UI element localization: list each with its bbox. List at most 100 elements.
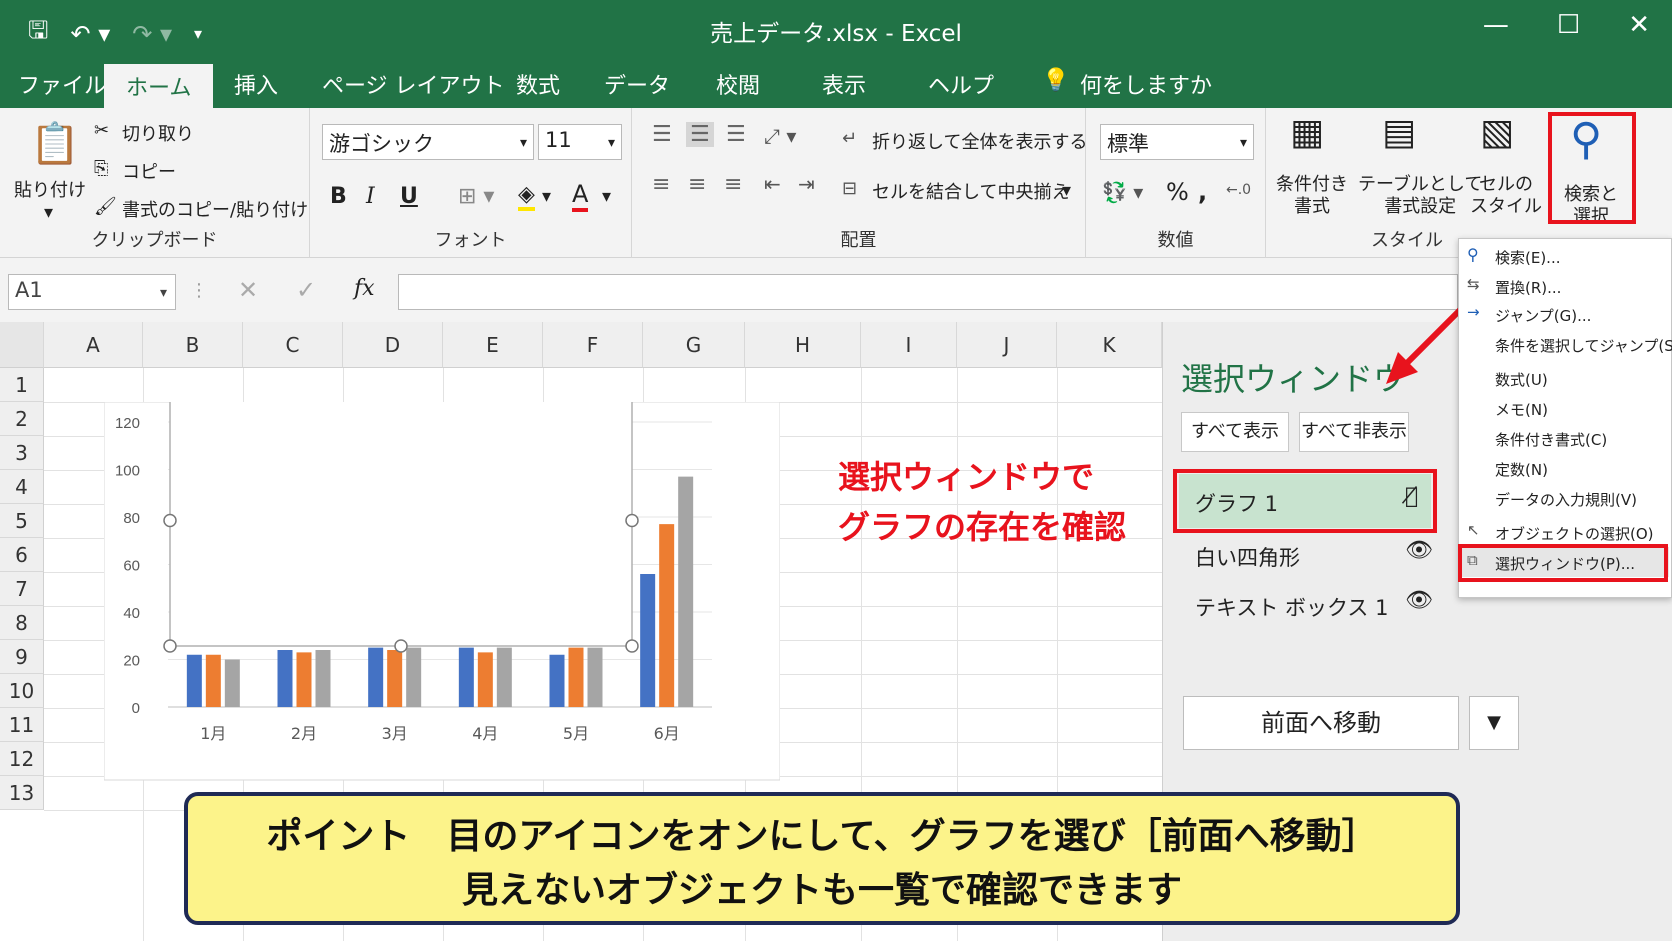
table-format-button[interactable]: テーブルとして 書式設定 — [1358, 174, 1482, 218]
tab-insert[interactable]: 挿入 — [234, 68, 278, 100]
number-format-combo[interactable]: 標準 ▾ — [1100, 124, 1254, 160]
tab-review[interactable]: 校閲 — [716, 68, 760, 100]
column-header[interactable]: B — [143, 322, 243, 368]
percent-button[interactable]: % — [1166, 178, 1189, 206]
bar[interactable] — [186, 654, 202, 707]
format-painter-button[interactable]: 書式のコピー/貼り付け — [122, 196, 308, 222]
bar[interactable] — [368, 647, 384, 707]
bar[interactable] — [406, 647, 422, 707]
row-header[interactable]: 11 — [0, 708, 44, 742]
row-header[interactable]: 2 — [0, 402, 44, 436]
paste-button[interactable]: 貼り付け — [14, 176, 86, 202]
row-header[interactable]: 5 — [0, 504, 44, 538]
copy-button[interactable]: コピー — [122, 158, 176, 184]
name-box[interactable]: A1 ▾ — [8, 274, 176, 310]
bar[interactable] — [659, 524, 675, 707]
column-header[interactable]: A — [44, 322, 143, 368]
select-all-corner[interactable] — [0, 322, 44, 368]
align-left-icon[interactable]: ≡ — [652, 172, 670, 197]
tell-me-search[interactable]: 何をしますか — [1080, 68, 1212, 100]
font-name-combo[interactable]: 游ゴシック ▾ — [322, 124, 534, 160]
align-bottom-icon[interactable]: ☰ — [726, 122, 746, 147]
font-color-button[interactable]: A — [572, 180, 589, 212]
eye-icon[interactable]: 👁 — [1405, 538, 1433, 563]
bar[interactable] — [277, 650, 293, 707]
insert-function-button[interactable]: fx — [354, 276, 375, 301]
resize-handle[interactable] — [625, 513, 639, 528]
pane-item[interactable]: 白い四角形 👁 — [1179, 530, 1433, 580]
hide-all-button[interactable]: すべて非表示 — [1299, 412, 1409, 452]
bar[interactable] — [587, 647, 603, 707]
bar[interactable] — [496, 647, 512, 707]
show-all-button[interactable]: すべて表示 — [1181, 412, 1289, 452]
wrap-text-button[interactable]: 折り返して全体を表示する — [872, 128, 1087, 154]
row-header[interactable]: 12 — [0, 742, 44, 776]
decrease-indent-icon[interactable]: ⇤ — [764, 172, 781, 196]
row-header[interactable]: 3 — [0, 436, 44, 470]
row-header[interactable]: 13 — [0, 776, 44, 810]
bar[interactable] — [477, 652, 493, 707]
close-button[interactable]: ✕ — [1628, 10, 1650, 40]
column-header[interactable]: D — [343, 322, 443, 368]
cancel-icon[interactable]: ✕ — [238, 276, 258, 304]
tab-page-layout[interactable]: ページ レイアウト — [322, 68, 505, 100]
bar[interactable] — [296, 652, 312, 707]
cell-styles-button[interactable]: セルの スタイル — [1470, 174, 1542, 218]
underline-button[interactable]: U — [400, 184, 418, 209]
row-header[interactable]: 9 — [0, 640, 44, 674]
row-header[interactable]: 10 — [0, 674, 44, 708]
borders-icon[interactable]: ⊞ ▾ — [458, 184, 494, 209]
send-backward-dropdown[interactable]: ▼ — [1469, 696, 1519, 750]
column-header[interactable]: C — [243, 322, 343, 368]
menu-item-notes[interactable]: メモ(N) — [1495, 399, 1548, 420]
bar[interactable] — [315, 650, 331, 707]
bar-chart[interactable]: 0 20 40 60 80 100 120 1月 2月 3月 4月 5月 6月 — [104, 402, 780, 782]
row-header[interactable]: 6 — [0, 538, 44, 572]
menu-item-formulas[interactable]: 数式(U) — [1495, 369, 1548, 390]
column-header[interactable]: F — [543, 322, 643, 368]
bar[interactable] — [640, 574, 656, 707]
align-middle-icon[interactable]: ☰ — [686, 122, 714, 147]
tab-formulas[interactable]: 数式 — [516, 68, 560, 100]
align-right-icon[interactable]: ≡ — [724, 172, 742, 197]
bar[interactable] — [568, 647, 584, 707]
column-header[interactable]: E — [443, 322, 543, 368]
align-center-icon[interactable]: ≡ — [688, 172, 706, 197]
minimize-button[interactable]: — — [1483, 10, 1509, 40]
eye-icon[interactable]: 👁 — [1405, 588, 1433, 613]
italic-button[interactable]: I — [366, 184, 375, 209]
resize-handle[interactable] — [625, 639, 639, 653]
column-header[interactable]: I — [861, 322, 957, 368]
menu-item-find[interactable]: 検索(E)... — [1495, 247, 1561, 268]
menu-item-data-validation[interactable]: データの入力規則(V) — [1495, 489, 1637, 510]
bar[interactable] — [205, 654, 221, 707]
formula-input[interactable] — [398, 274, 1458, 310]
orientation-icon[interactable]: ⤢ ▾ — [764, 124, 796, 148]
increase-indent-icon[interactable]: ⇥ — [798, 172, 815, 196]
pane-item[interactable]: テキスト ボックス 1 👁 — [1179, 580, 1433, 630]
menu-item-goto-special[interactable]: 条件を選択してジャンプ(S)... — [1495, 335, 1672, 356]
column-header[interactable]: G — [643, 322, 745, 368]
align-top-icon[interactable]: ☰ — [652, 122, 672, 147]
decimal-icon[interactable]: ←.0 — [1226, 182, 1251, 198]
row-header[interactable]: 1 — [0, 368, 44, 402]
column-header[interactable]: K — [1057, 322, 1162, 368]
bold-button[interactable]: B — [330, 184, 347, 209]
font-size-combo[interactable]: 11 ▾ — [538, 124, 622, 160]
conditional-format-button[interactable]: 条件付き 書式 — [1276, 174, 1348, 218]
menu-item-constants[interactable]: 定数(N) — [1495, 459, 1548, 480]
resize-handle[interactable] — [163, 513, 177, 528]
menu-item-select-objects[interactable]: オブジェクトの選択(O) — [1495, 523, 1654, 544]
merge-center-button[interactable]: セルを結合して中央揃え — [872, 178, 1069, 204]
bar[interactable] — [678, 476, 694, 707]
menu-item-replace[interactable]: 置換(R)... — [1495, 277, 1561, 298]
enter-icon[interactable]: ✓ — [296, 276, 316, 304]
bar[interactable] — [549, 654, 565, 707]
bar[interactable] — [387, 650, 403, 707]
tab-data[interactable]: データ — [604, 68, 670, 100]
tab-help[interactable]: ヘルプ — [928, 68, 994, 100]
menu-item-conditional-format[interactable]: 条件付き書式(C) — [1495, 429, 1607, 450]
fill-color-icon[interactable]: ◈ — [518, 182, 535, 211]
cut-button[interactable]: 切り取り — [122, 120, 194, 146]
bar[interactable] — [224, 659, 240, 708]
